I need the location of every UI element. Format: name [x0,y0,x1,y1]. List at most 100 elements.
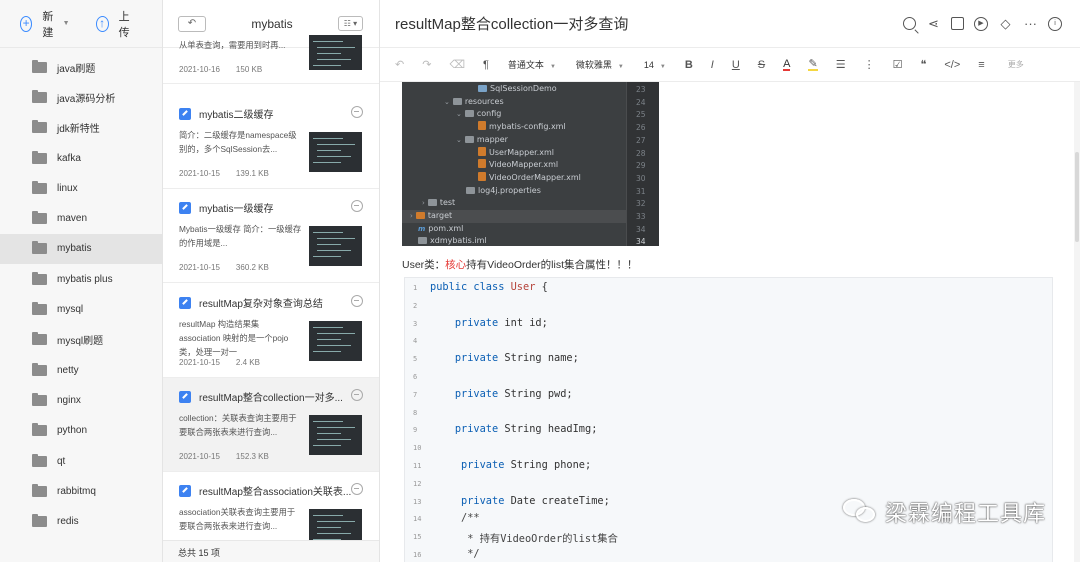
folder-item[interactable]: mybatis [0,233,162,265]
new-button[interactable]: + 新建 ▼ [20,8,70,40]
search-icon[interactable] [903,17,916,30]
folder-label: java源码分析 [57,93,116,105]
folder-label: nginx [57,394,81,406]
paragraph-style-select[interactable]: 普通文本 ▼ [508,58,556,71]
folder-item[interactable]: redis [0,506,162,536]
note-item[interactable]: resultMap整合collection一对多... collection：关联… [163,378,379,472]
folder-label: jdk新特性 [57,124,100,136]
code-token: User [510,281,536,293]
tag-icon[interactable]: ◇ [998,16,1013,31]
editor-scrollbar[interactable] [1074,82,1080,562]
folder-label: linux [57,182,78,194]
undo-icon[interactable]: ↶ [395,58,404,71]
code-icon[interactable]: </> [944,59,960,71]
folder-item[interactable]: mybatis plus [0,264,162,294]
ide-line-number: 33 [636,212,646,221]
sync-icon [351,200,363,212]
strikethrough-icon[interactable]: S [758,59,765,71]
code-text: private String name; [430,352,579,364]
folder-list: java刷题 java源码分析 jdk新特性 kafka linux maven mybat… [0,48,162,537]
note-title: resultMap整合collection一对多... [179,389,343,404]
folder-item[interactable]: kafka [0,143,162,173]
folder-item[interactable]: jdk新特性 [0,113,162,143]
code-line-number: 16 [413,551,422,559]
more-button[interactable]: 更多 [1008,59,1024,70]
note-thumbnail [309,415,362,455]
note-title-text: mybatis一级缓存 [199,204,274,215]
folder-item[interactable]: linux [0,173,162,203]
note-item[interactable]: mybatis一级缓存 Mybatis一级缓存 简介：一级缓存的作用域是... 20… [163,189,379,283]
folder-label: mysql [57,304,84,316]
expand-icon: ⌄ [456,135,462,144]
window-icon[interactable] [951,17,964,30]
note-item[interactable]: 从单表查询，需要用到时再... 2021-10-16 150 KB [163,0,379,84]
ide-screenshot-image: SqlSessionDemo ⌄ resources ⌄ config mybatis-c… [402,82,659,246]
note-date: 2021-10-15 [179,452,220,461]
folder-item[interactable]: mysql刷题 [0,325,162,355]
note-item[interactable]: resultMap复杂对象查询总结 resultMap 构造结果集 associa… [163,284,379,378]
note-size: 152.3 KB [235,452,269,461]
caption-prefix: User类： [402,259,446,271]
eraser-icon[interactable]: ⌫ [449,58,465,71]
redo-icon[interactable]: ↷ [422,58,431,71]
folder-icon [32,89,47,103]
ide-tree-label: mapper [476,134,508,144]
folder-item[interactable]: java刷题 [0,52,162,82]
share-icon[interactable]: ⋖ [926,16,941,31]
code-text: /** [430,512,480,524]
italic-icon[interactable]: I [711,59,714,71]
present-icon[interactable]: ▶ [974,16,988,31]
checkbox-icon[interactable]: ☑ [893,58,903,71]
document-body[interactable]: SqlSessionDemo ⌄ resources ⌄ config mybatis-c… [380,82,1080,562]
folder-label: rabbitmq [57,485,96,497]
code-token: private [461,494,505,507]
bullet-list-icon[interactable]: ☰ [836,58,846,71]
folder-item[interactable]: nginx [0,385,162,415]
upload-button[interactable]: ↑ 上传 [95,8,136,40]
underline-icon[interactable]: U [732,59,740,71]
code-line-number: 6 [413,373,418,381]
ide-line-number: 31 [636,186,646,196]
folder-item[interactable]: rabbitmq [0,476,162,506]
sidebar-toolbar: + 新建 ▼ ↑ 上传 [0,0,162,48]
note-date: 2021-10-15 [179,358,220,367]
folder-item[interactable]: qt [0,446,162,476]
info-icon[interactable]: i [1048,16,1062,31]
note-date: 2021-10-15 [179,263,220,272]
quote-icon[interactable]: ❝ [920,58,926,71]
folder-item[interactable]: python [0,416,162,446]
watermark: 梁霖编程工具库 [842,496,1046,528]
document-title[interactable]: resultMap整合collection一对多查询 [395,13,628,34]
font-size-select[interactable]: 14 ▼ [644,60,666,70]
sync-icon [351,295,363,307]
folder-item[interactable]: mysql [0,294,162,324]
ide-line-number: 24 [636,97,646,107]
bold-icon[interactable]: B [685,59,693,71]
folder-item[interactable]: java源码分析 [0,82,162,112]
font-size-value: 14 [643,59,654,70]
folder-item[interactable]: netty [0,355,162,385]
ide-line-number: 34 [636,237,646,247]
font-color-icon[interactable]: A [783,58,791,71]
note-item[interactable]: mybatis二级缓存 简介：二级缓存是namespace级别的，多个SqlSes… [163,95,379,189]
folder-icon [32,483,47,497]
chevron-down-icon: ▼ [617,64,624,70]
ide-tree-label: xdmybatis.iml [430,236,487,246]
folder-label: netty [57,364,79,376]
numbered-list-icon[interactable]: ⋮ [864,58,875,71]
align-icon[interactable]: ≡ [978,59,984,71]
chevron-down-icon: ▼ [659,63,666,70]
font-family-select[interactable]: 微软雅黑 ▼ [576,58,624,71]
folder-item[interactable]: maven [0,203,162,233]
more-icon[interactable]: ··· [1023,16,1038,31]
format-painter-icon[interactable]: ¶ [483,59,489,71]
highlight-icon[interactable]: ✎ [808,58,818,71]
ide-tree-row: › test [402,197,455,210]
code-token: String phone; [504,459,592,471]
ide-tree-label: VideoMapper.xml [489,160,559,170]
code-token: * 持有VideoOrder的list集合 [430,533,618,546]
ide-tree-row: ⌄ config [402,108,501,121]
code-line-number: 8 [413,408,418,417]
